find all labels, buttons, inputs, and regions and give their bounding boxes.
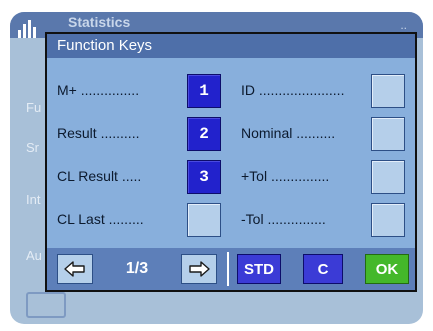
background-label-3: Int [26,192,41,207]
key-row: Result .......... 2 Nominal .......... [47,117,415,151]
key-assignment-box[interactable]: 1 [187,74,221,108]
background-title-right: .. [400,18,407,32]
page-indicator: 1/3 [125,260,149,277]
key-label: -Tol ............... [241,211,326,227]
key-label: CL Last ......... [57,211,144,227]
bar-chart-icon [18,20,36,38]
function-key-nominal[interactable]: Nominal .......... [241,117,409,151]
key-label: CL Result ..... [57,168,142,184]
function-key-plus-tol[interactable]: +Tol ............... [241,160,409,194]
key-assignment-box[interactable] [371,160,405,194]
arrow-left-icon [64,261,85,277]
clear-button[interactable]: C [303,254,343,284]
key-assignment-box[interactable] [371,117,405,151]
dialog-title: Function Keys [47,34,415,58]
function-key-m-plus[interactable]: M+ ............... 1 [57,74,223,108]
function-keys-dialog: Function Keys M+ ............... 1 ID ..… [45,32,417,292]
key-label: ID ...................... [241,82,345,98]
function-key-result[interactable]: Result .......... 2 [57,117,223,151]
key-assignment-box[interactable] [371,203,405,237]
background-label-2: Sr [26,140,39,155]
function-key-cl-last[interactable]: CL Last ......... [57,203,223,237]
key-assignment-box[interactable]: 3 [187,160,221,194]
background-label-1: Fu [26,100,42,115]
arrow-right-icon [189,261,210,277]
key-label: +Tol ............... [241,168,330,184]
key-assignment-box[interactable]: 2 [187,117,221,151]
dialog-body: M+ ............... 1 ID ................… [47,58,415,248]
background-button [26,292,66,318]
key-label: Result .......... [57,125,140,141]
key-label: M+ ............... [57,82,140,98]
next-page-button[interactable] [181,254,217,284]
function-key-minus-tol[interactable]: -Tol ............... [241,203,409,237]
key-label: Nominal .......... [241,125,336,141]
std-button[interactable]: STD [237,254,281,284]
ok-button[interactable]: OK [365,254,409,284]
key-assignment-box[interactable] [371,74,405,108]
key-row: M+ ............... 1 ID ................… [47,74,415,108]
background-title: Statistics [68,14,131,30]
function-key-cl-result[interactable]: CL Result ..... 3 [57,160,223,194]
key-row: CL Result ..... 3 +Tol ............... [47,160,415,194]
previous-page-button[interactable] [57,254,93,284]
dialog-footer: 1/3 STD C OK [47,248,415,290]
footer-divider [227,252,229,286]
key-assignment-box[interactable] [187,203,221,237]
key-row: CL Last ......... -Tol ............... [47,203,415,237]
background-label-4: Au [26,248,42,263]
function-key-id[interactable]: ID ...................... [241,74,409,108]
